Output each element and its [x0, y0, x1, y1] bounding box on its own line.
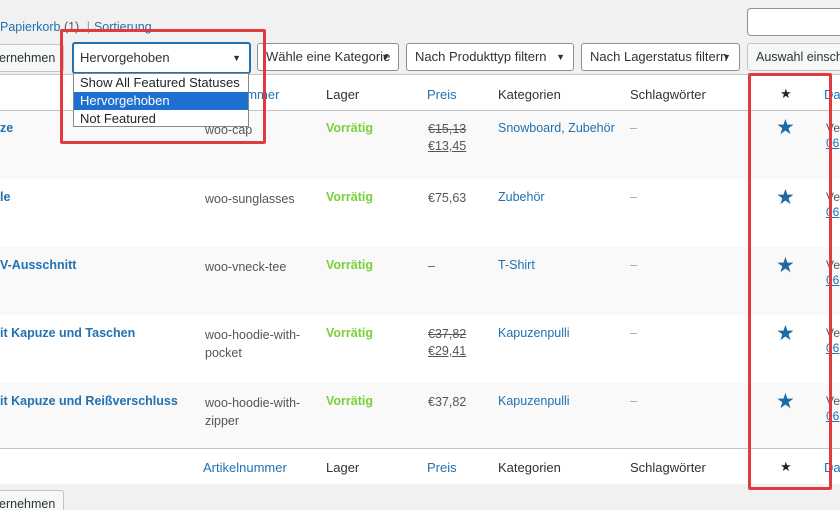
column-tags-footer: Schlagwörter	[630, 460, 706, 475]
stock-status-filter-select[interactable]: Nach Lagerstatus filtern ▼	[581, 43, 740, 71]
table-footer: Artikelnummer Lager Preis Kategorien Sch…	[0, 448, 840, 484]
product-name-link[interactable]: V-Ausschnitt	[0, 258, 76, 272]
product-sku: woo-sunglasses	[205, 192, 295, 206]
column-stock-footer: Lager	[326, 460, 360, 475]
product-type-filter-label: Nach Produkttyp filtern	[415, 49, 547, 64]
categories-link[interactable]: Zubehör	[498, 190, 545, 204]
product-sku: woo-vneck-tee	[205, 260, 287, 274]
price: €37,82 €29,41	[428, 326, 466, 360]
price: €75,63	[428, 191, 467, 205]
search-input[interactable]	[747, 8, 840, 36]
stock-status: Vorrätig	[326, 394, 373, 408]
apply-bulk-button-bottom[interactable]: ernehmen	[0, 490, 65, 510]
regular-price: €15,13	[428, 122, 467, 136]
sale-price: €13,45	[428, 139, 467, 153]
product-sku-line1: woo-hoodie-with-	[205, 328, 301, 342]
product-sku-line1: woo-hoodie-with-	[205, 396, 301, 410]
column-stock-header: Lager	[326, 87, 360, 102]
column-categories-header: Kategorien	[498, 87, 561, 102]
product-name-link[interactable]: ze	[0, 121, 13, 135]
column-categories-footer: Kategorien	[498, 460, 561, 475]
category-filter-select[interactable]: Wähle eine Kategorie ▼	[257, 43, 399, 71]
tags: –	[630, 258, 637, 272]
category-filter-label: Wähle eine Kategorie	[266, 49, 391, 64]
chevron-down-icon: ▼	[381, 52, 390, 62]
stock-status: Vorrätig	[326, 190, 373, 204]
column-sku-footer[interactable]: Artikelnummer	[203, 460, 287, 475]
apply-bulk-button[interactable]: ernehmen	[0, 44, 65, 72]
product-name-link[interactable]: it Kapuze und Taschen	[0, 326, 135, 340]
table-row: V-Ausschnitt woo-vneck-tee Vorrätig – T-…	[0, 247, 840, 315]
highlight-box-featured-filter	[60, 29, 266, 144]
stock-status: Vorrätig	[326, 121, 373, 135]
table-row: it Kapuze und Taschen woo-hoodie-with- p…	[0, 315, 840, 383]
stock-status: Vorrätig	[326, 258, 373, 272]
price: –	[428, 259, 435, 273]
column-tags-header: Schlagwörter	[630, 87, 706, 102]
stock-status-filter-label: Nach Lagerstatus filtern	[590, 49, 728, 64]
highlight-box-featured-column	[748, 73, 832, 490]
table-row: le woo-sunglasses Vorrätig €75,63 Zubehö…	[0, 179, 840, 247]
chevron-down-icon: ▼	[722, 52, 731, 62]
categories-link[interactable]: Snowboard, Zubehör	[498, 121, 615, 135]
stock-status: Vorrätig	[326, 326, 373, 340]
product-sku-line2: pocket	[205, 346, 242, 360]
chevron-down-icon: ▼	[556, 52, 565, 62]
table-row: it Kapuze und Reißverschluss woo-hoodie-…	[0, 383, 840, 448]
regular-price: €37,82	[428, 327, 467, 341]
product-sku: woo-hoodie-with- zipper	[205, 394, 300, 430]
categories-link[interactable]: Kapuzenpulli	[498, 326, 570, 340]
column-price-footer[interactable]: Preis	[427, 460, 457, 475]
trash-link[interactable]: Papierkorb	[0, 20, 60, 34]
tags: –	[630, 326, 637, 340]
product-name-link[interactable]: le	[0, 190, 10, 204]
product-name-link[interactable]: it Kapuze und Reißverschluss	[0, 394, 178, 408]
column-price-header[interactable]: Preis	[427, 87, 457, 102]
product-type-filter-select[interactable]: Nach Produkttyp filtern ▼	[406, 43, 574, 71]
tags: –	[630, 394, 637, 408]
limit-selection-button[interactable]: Auswahl einschrä	[747, 43, 840, 71]
product-sku: woo-hoodie-with- pocket	[205, 326, 300, 362]
tags: –	[630, 190, 637, 204]
categories-link[interactable]: T-Shirt	[498, 258, 535, 272]
sale-price: €29,41	[428, 344, 467, 358]
categories-link[interactable]: Kapuzenpulli	[498, 394, 570, 408]
price: €15,13 €13,45	[428, 121, 466, 155]
product-sku-line2: zipper	[205, 414, 240, 428]
tags: –	[630, 121, 637, 135]
price: €37,82	[428, 395, 467, 409]
